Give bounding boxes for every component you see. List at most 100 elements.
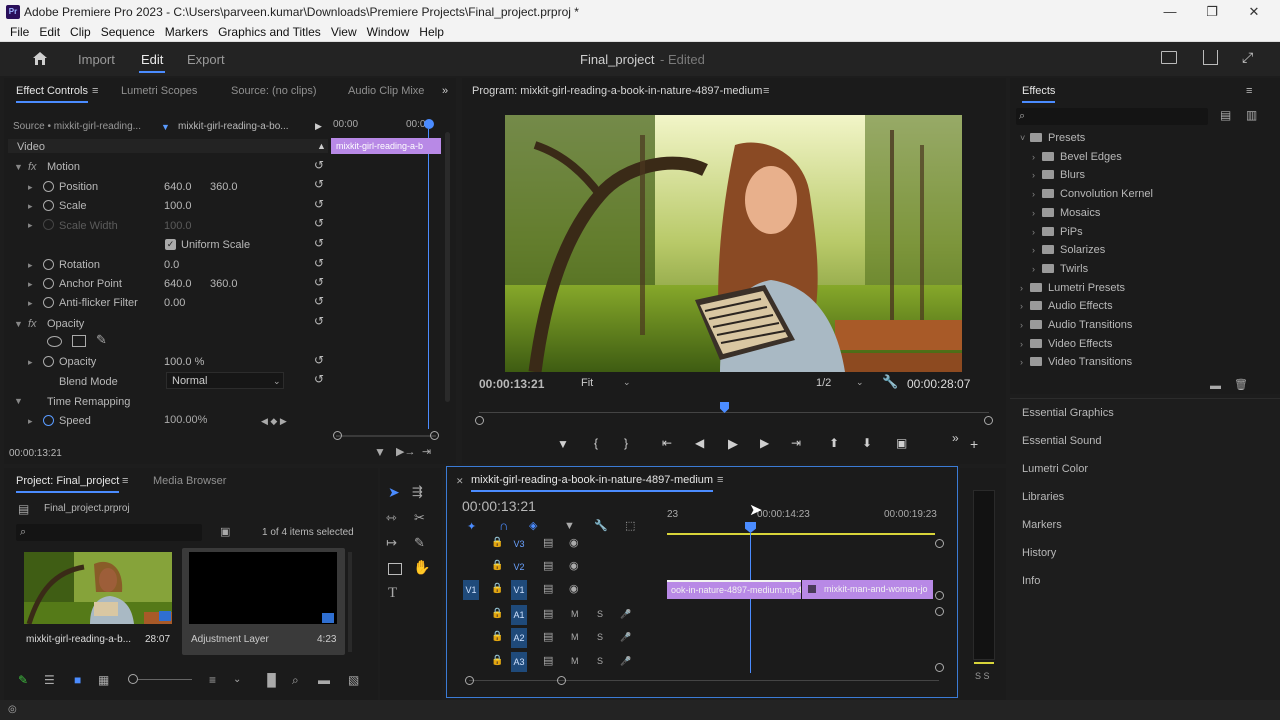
mark-out-icon[interactable]: } bbox=[624, 436, 628, 450]
32bit-effects-icon[interactable]: ▥ bbox=[1246, 109, 1257, 121]
rotation-reset-icon[interactable]: ↺ bbox=[314, 256, 324, 270]
freeform-view-icon[interactable]: ▦ bbox=[98, 674, 109, 686]
panel-essential-graphics[interactable]: Essential Graphics bbox=[1022, 407, 1114, 419]
timeline-playhead[interactable] bbox=[745, 522, 756, 533]
lock-track-icon[interactable]: 🔒 bbox=[491, 655, 503, 667]
scale-value[interactable]: 100.0 bbox=[164, 200, 192, 212]
button-editor-icon[interactable]: + bbox=[970, 436, 978, 452]
sync-lock-icon[interactable]: ▤ bbox=[543, 655, 553, 667]
position-stopwatch-icon[interactable] bbox=[43, 181, 54, 192]
anchor-reset-icon[interactable]: ↺ bbox=[314, 275, 324, 289]
ec-clip-bar[interactable]: mixkit-girl-reading-a-b bbox=[331, 138, 441, 154]
scale-expand-icon[interactable]: ▸ bbox=[28, 201, 33, 212]
add-marker-icon[interactable]: ▼ bbox=[557, 437, 569, 451]
track-target-v2[interactable]: V2 bbox=[511, 557, 527, 577]
track-target-a1[interactable]: A1 bbox=[511, 605, 527, 625]
blend-mode-select[interactable]: Normal ⌄ bbox=[166, 372, 284, 389]
effects-menu-icon[interactable]: ≡ bbox=[1246, 85, 1252, 97]
ec-playhead[interactable] bbox=[424, 119, 434, 129]
sequence-tab[interactable]: mixkit-girl-reading-a-book-in-nature-489… bbox=[471, 474, 714, 492]
quick-export-icon[interactable] bbox=[1161, 51, 1177, 64]
effects-tree-item[interactable]: › Video Effects bbox=[1020, 338, 1112, 350]
effects-tree-item[interactable]: › Twirls bbox=[1032, 263, 1088, 275]
chevron-right-icon[interactable]: › bbox=[1020, 301, 1023, 311]
mute-track-button[interactable]: M bbox=[571, 655, 579, 667]
menu-sequence[interactable]: Sequence bbox=[96, 24, 160, 41]
keyframe-nav-icon[interactable]: ◀ ◆ ▶ bbox=[261, 415, 287, 427]
chevron-right-icon[interactable]: › bbox=[1020, 320, 1023, 330]
voice-over-icon[interactable]: 🎤 bbox=[620, 608, 631, 620]
chevron-right-icon[interactable]: › bbox=[1020, 357, 1023, 367]
antiflicker-reset-icon[interactable]: ↺ bbox=[314, 294, 324, 308]
rectangle-mask-icon[interactable] bbox=[72, 335, 86, 347]
chevron-down-icon[interactable]: ˅ bbox=[1020, 133, 1025, 143]
sync-lock-icon[interactable]: ▤ bbox=[543, 560, 553, 572]
zoom-slider-track[interactable] bbox=[138, 679, 192, 680]
opacity-reset-icon[interactable]: ↺ bbox=[314, 353, 324, 367]
toggle-output-icon[interactable]: ◉ bbox=[569, 583, 579, 595]
export-frame-icon[interactable]: ▣ bbox=[896, 436, 907, 450]
effects-tree-item[interactable]: › Solarizes bbox=[1032, 244, 1105, 256]
timeline-timecode[interactable]: 00:00:13:21 bbox=[462, 498, 536, 514]
chevron-down-icon[interactable]: ⌄ bbox=[233, 674, 241, 686]
rotation-stopwatch-icon[interactable] bbox=[43, 259, 54, 270]
chevron-right-icon[interactable]: › bbox=[1032, 227, 1035, 237]
ec-zoom-bar[interactable] bbox=[336, 435, 436, 437]
position-y-value[interactable]: 360.0 bbox=[210, 181, 238, 193]
automate-to-sequence-icon[interactable]: ▐▌ bbox=[263, 674, 280, 686]
linked-selection-icon[interactable]: ◈ bbox=[529, 520, 537, 532]
snap-icon[interactable]: ∩ bbox=[499, 519, 508, 532]
effects-tree-item[interactable]: › Blurs bbox=[1032, 169, 1085, 181]
effects-tree-item[interactable]: › Audio Effects bbox=[1020, 300, 1113, 312]
clip-v1-man-woman[interactable]: mixkit-man-and-woman-jo bbox=[802, 580, 933, 599]
delete-icon[interactable]: 🗑 bbox=[1234, 379, 1248, 391]
share-icon[interactable] bbox=[1203, 50, 1218, 65]
new-bin-icon[interactable]: ▬ bbox=[1210, 380, 1221, 392]
opacity-toggle-icon[interactable]: ▼ bbox=[14, 319, 23, 329]
opacity-section-reset-icon[interactable]: ↺ bbox=[314, 314, 324, 328]
tab-project[interactable]: Project: Final_project bbox=[16, 475, 120, 493]
home-icon[interactable] bbox=[32, 51, 48, 66]
position-reset-icon[interactable]: ↺ bbox=[314, 177, 324, 191]
ec-current-time[interactable]: 00:00:13:21 bbox=[9, 448, 62, 459]
vscroll-bottom-handle[interactable] bbox=[935, 663, 944, 672]
list-view-icon[interactable]: ☰ bbox=[44, 674, 55, 686]
position-x-value[interactable]: 640.0 bbox=[164, 181, 192, 193]
track-target-a3[interactable]: A3 bbox=[511, 652, 527, 672]
toggle-output-icon[interactable]: ◉ bbox=[569, 537, 579, 549]
toggle-output-icon[interactable]: ◉ bbox=[569, 560, 579, 572]
project-menu-icon[interactable]: ≡ bbox=[122, 475, 128, 487]
new-item-icon[interactable]: ▧ bbox=[348, 674, 359, 686]
program-zoom-right-handle[interactable] bbox=[984, 416, 993, 425]
write-on-icon[interactable]: ✎ bbox=[18, 674, 28, 686]
program-menu-icon[interactable]: ≡ bbox=[763, 85, 769, 97]
chevron-right-icon[interactable]: › bbox=[1020, 339, 1023, 349]
motion-toggle-icon[interactable]: ▼ bbox=[14, 162, 23, 172]
menu-clip[interactable]: Clip bbox=[65, 24, 96, 41]
timeline-settings-icon[interactable]: 🔧 bbox=[594, 520, 608, 532]
uniform-scale-checkbox[interactable]: ✓ bbox=[165, 239, 176, 250]
add-marker-icon[interactable]: ▼ bbox=[564, 520, 575, 532]
vscroll-lower-handle[interactable] bbox=[935, 607, 944, 616]
program-timecode[interactable]: 00:00:13:21 bbox=[479, 377, 544, 391]
lift-icon[interactable]: ⬆ bbox=[829, 436, 839, 450]
anchor-y-value[interactable]: 360.0 bbox=[210, 278, 238, 290]
speed-expand-icon[interactable]: ▸ bbox=[28, 416, 33, 427]
effects-tree-item[interactable]: › Convolution Kernel bbox=[1032, 188, 1153, 200]
chevron-right-icon[interactable]: › bbox=[1032, 189, 1035, 199]
mute-track-button[interactable]: M bbox=[571, 608, 579, 620]
anchor-x-value[interactable]: 640.0 bbox=[164, 278, 192, 290]
voice-over-icon[interactable]: 🎤 bbox=[620, 631, 631, 643]
timeline-vscroll[interactable] bbox=[935, 539, 944, 672]
selection-tool-icon[interactable]: ➤ bbox=[388, 485, 400, 499]
track-target-v1[interactable]: V1 bbox=[511, 580, 527, 600]
chevron-right-icon[interactable]: › bbox=[1032, 245, 1035, 255]
clip-selector[interactable]: mixkit-girl-reading-a-bo... bbox=[178, 121, 289, 132]
opacity-expand-icon[interactable]: ▸ bbox=[28, 357, 33, 368]
uniform-scale-reset-icon[interactable]: ↺ bbox=[314, 236, 324, 250]
effects-tree-item[interactable]: › PiPs bbox=[1032, 226, 1083, 238]
vscroll-mid-handle[interactable] bbox=[935, 591, 944, 600]
menu-graphics-titles[interactable]: Graphics and Titles bbox=[213, 24, 326, 41]
blend-reset-icon[interactable]: ↺ bbox=[314, 372, 324, 386]
effects-tree-item[interactable]: ˅ Presets bbox=[1020, 132, 1085, 144]
